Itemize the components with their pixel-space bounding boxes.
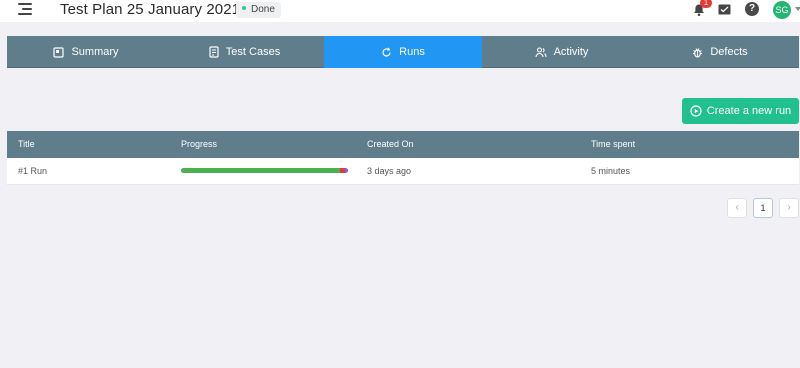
tab-activity[interactable]: Activity — [482, 36, 641, 68]
tab-summary-label: Summary — [71, 46, 119, 58]
bug-icon — [693, 47, 703, 58]
create-run-label: Create a new run — [706, 105, 792, 117]
column-header-time-spent[interactable]: Time spent — [591, 131, 635, 158]
activity-icon — [535, 46, 547, 57]
avatar[interactable]: SG — [773, 1, 791, 19]
status-dot — [242, 6, 246, 11]
column-header-created-on[interactable]: Created On — [367, 131, 414, 158]
tab-defects[interactable]: Defects — [641, 36, 799, 68]
tab-runs-label: Runs — [399, 46, 425, 58]
summary-icon — [53, 46, 65, 58]
runs-table: Title Progress Created On Time spent #1 … — [7, 131, 799, 185]
table-header: Title Progress Created On Time spent — [7, 131, 799, 158]
status-label: Done — [251, 4, 275, 15]
page-title: Test Plan 25 January 2021 — [60, 1, 241, 18]
tab-defects-label: Defects — [710, 46, 748, 58]
column-header-title[interactable]: Title — [18, 131, 35, 158]
play-circle-icon — [690, 105, 702, 117]
run-created-on: 3 days ago — [367, 166, 412, 176]
tab-summary[interactable]: Summary — [7, 36, 165, 68]
progress-skipped — [344, 168, 348, 173]
help-icon[interactable]: ? — [745, 2, 759, 16]
run-title[interactable]: #1 Run — [18, 158, 47, 185]
inbox-icon[interactable] — [718, 4, 731, 15]
tab-activity-label: Activity — [553, 46, 589, 58]
tab-test-cases[interactable]: Test Cases — [165, 36, 324, 68]
refresh-icon — [382, 46, 391, 56]
run-time-spent: 5 minutes — [591, 166, 631, 176]
tab-runs[interactable]: Runs — [324, 36, 482, 68]
notification-count: 1 — [700, 0, 712, 8]
status-badge: Done — [236, 2, 281, 18]
pagination-next-button[interactable]: › — [779, 198, 799, 218]
pagination-prev-button[interactable]: ‹ — [727, 198, 747, 218]
run-progress-bar — [181, 168, 348, 173]
test-cases-icon — [209, 46, 219, 58]
pagination-page-1[interactable]: 1 — [753, 198, 773, 218]
progress-passed — [181, 168, 340, 173]
tab-bar: Summary Test Cases Runs Activity Defects — [7, 36, 799, 68]
menu-icon[interactable] — [18, 3, 32, 15]
column-header-progress[interactable]: Progress — [181, 131, 217, 158]
create-run-button[interactable]: Create a new run — [682, 98, 799, 124]
table-row[interactable]: #1 Run 3 days ago 5 minutes — [7, 158, 799, 185]
top-bar: Test Plan 25 January 2021 Done 1 ? SG — [0, 0, 800, 22]
tab-test-cases-label: Test Cases — [225, 46, 281, 58]
chevron-down-icon[interactable] — [795, 7, 800, 11]
